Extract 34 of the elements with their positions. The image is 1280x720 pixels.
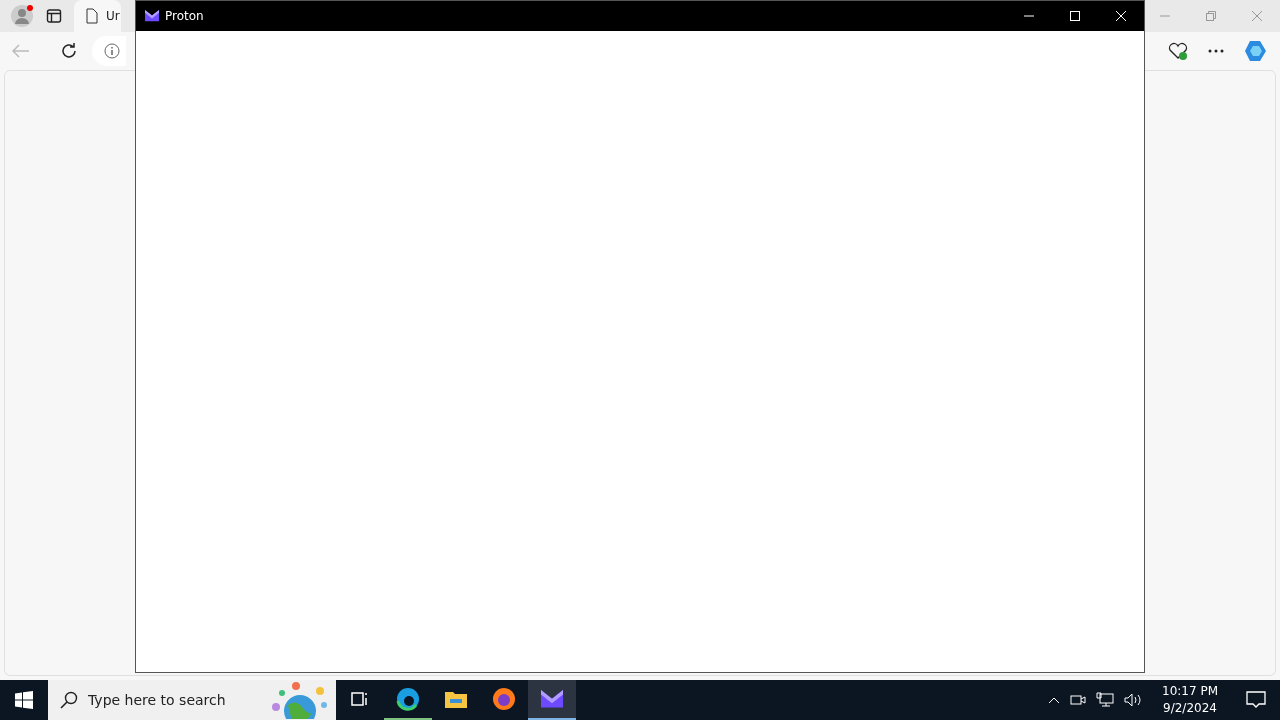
folder-icon (444, 689, 468, 709)
task-view-icon (351, 690, 369, 708)
proton-logo-icon (541, 690, 563, 708)
notification-icon (1246, 691, 1266, 709)
health-icon (1168, 41, 1188, 61)
refresh-icon (60, 42, 78, 60)
info-icon (104, 43, 120, 59)
taskbar-app-button[interactable] (528, 680, 576, 720)
browser-tab[interactable]: Ur (74, 0, 121, 32)
copilot-icon (1244, 39, 1268, 63)
window-title: Proton (165, 9, 204, 23)
camera-icon (1070, 692, 1086, 708)
close-icon (1116, 11, 1126, 21)
maximize-icon (1070, 11, 1080, 21)
tab-actions-icon (46, 8, 62, 24)
restore-icon (1206, 11, 1216, 21)
edge-icon (396, 687, 420, 711)
proton-logo-icon (145, 10, 159, 22)
more-icon (1208, 49, 1224, 53)
search-field[interactable]: Type here to search (86, 691, 250, 709)
back-icon (12, 44, 30, 58)
close-icon (1252, 11, 1262, 21)
windows-icon (15, 691, 33, 709)
volume-icon (1124, 692, 1142, 708)
clock-date: 9/2/2024 (1163, 700, 1217, 717)
chevron-up-icon (1048, 696, 1060, 704)
search-box[interactable]: Type here to search (48, 680, 336, 720)
profile-icon (10, 4, 34, 28)
page-icon (86, 8, 98, 24)
search-icon (60, 691, 78, 709)
network-icon (1096, 692, 1114, 708)
address-bar[interactable] (92, 36, 126, 66)
clock-time: 10:17 PM (1162, 683, 1218, 700)
tab-title: Ur (106, 9, 120, 23)
